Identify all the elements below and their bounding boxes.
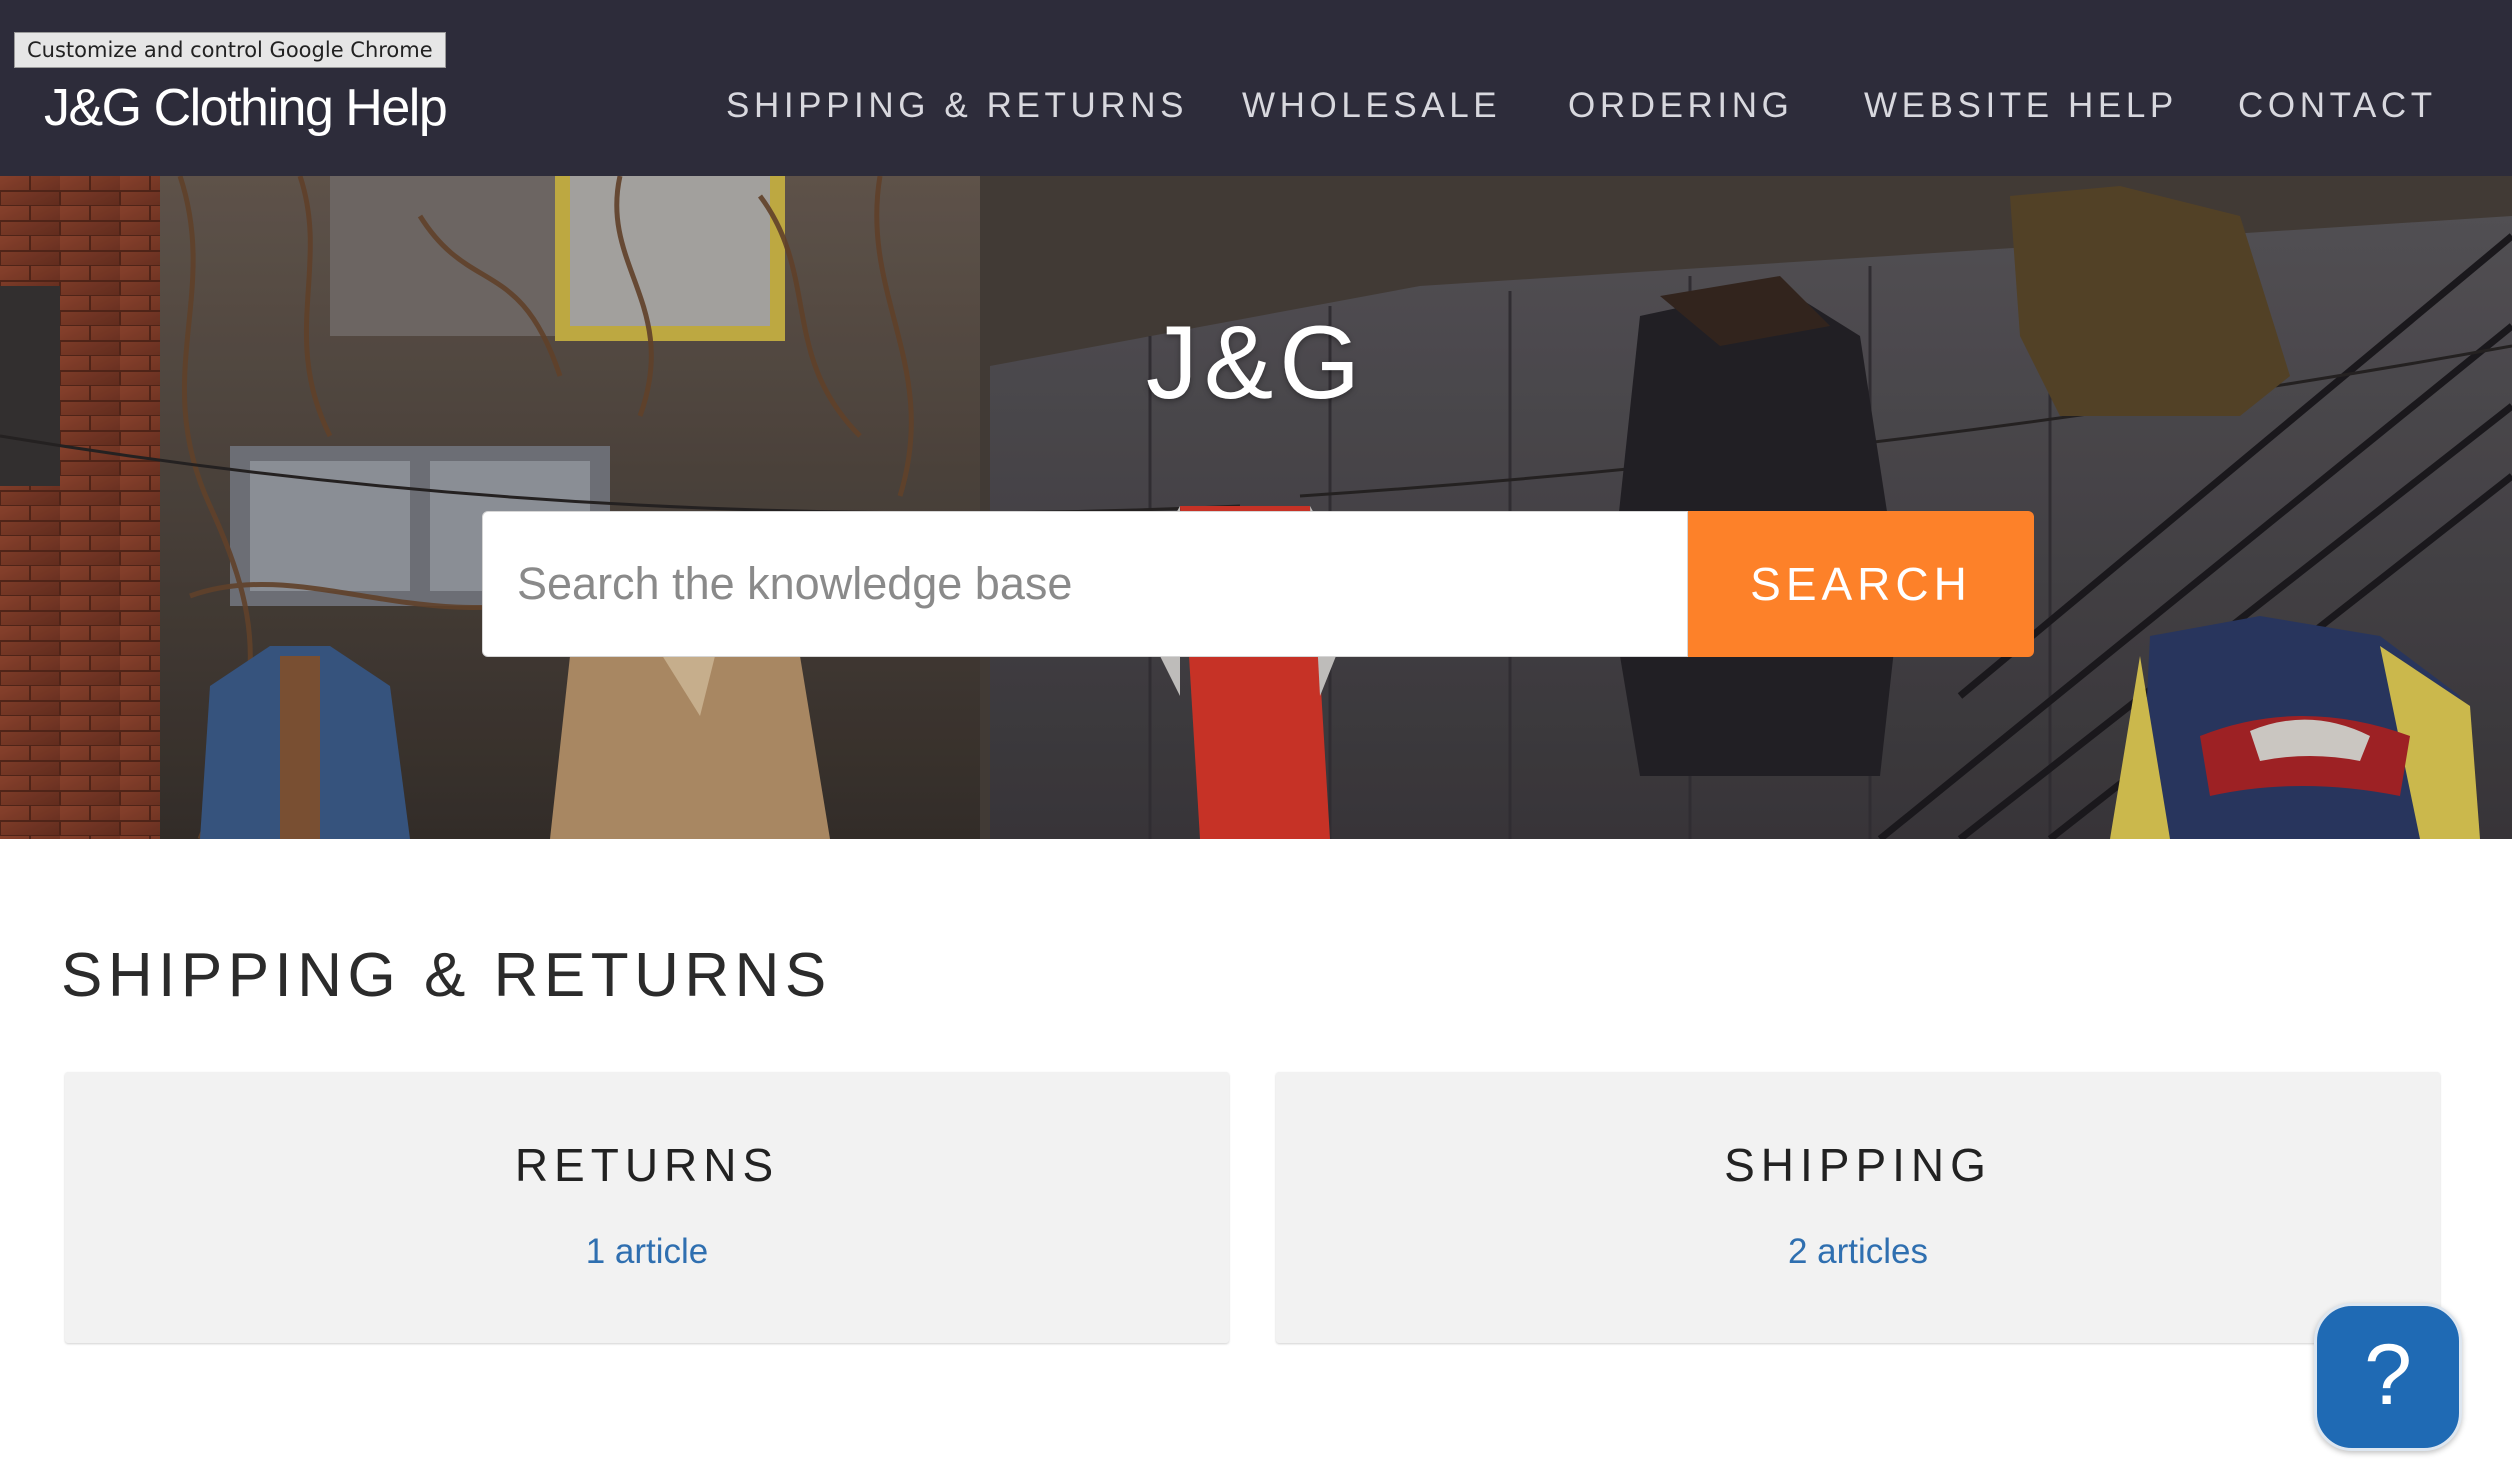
nav-shipping-returns[interactable]: SHIPPING & RETURNS — [726, 86, 1188, 126]
hero-background-image — [0, 176, 2512, 839]
category-card-returns[interactable]: RETURNS 1 article — [65, 1072, 1229, 1343]
card-title: RETURNS — [514, 1139, 780, 1191]
hero-banner: J&G SEARCH — [0, 176, 2512, 839]
nav-ordering[interactable]: ORDERING — [1568, 86, 1793, 126]
search-input[interactable] — [482, 511, 1688, 657]
site-header: J&G Clothing Help SHIPPING & RETURNS WHO… — [0, 0, 2512, 176]
nav-wholesale[interactable]: WHOLESALE — [1242, 86, 1501, 126]
chrome-menu-tooltip: Customize and control Google Chrome — [14, 32, 446, 68]
site-logo-link[interactable]: J&G Clothing Help — [44, 78, 448, 138]
hero-title: J&G — [1145, 305, 1367, 421]
article-count-link[interactable]: 2 articles — [1276, 1232, 2440, 1272]
section-title: SHIPPING & RETURNS — [61, 941, 832, 1010]
nav-website-help[interactable]: WEBSITE HELP — [1864, 86, 2178, 126]
article-count-link[interactable]: 1 article — [65, 1232, 1229, 1272]
question-mark-icon: ? — [2364, 1327, 2412, 1423]
card-title: SHIPPING — [1724, 1139, 1992, 1191]
search-button[interactable]: SEARCH — [1688, 511, 2034, 657]
help-widget-button[interactable]: ? — [2314, 1303, 2462, 1451]
category-card-shipping[interactable]: SHIPPING 2 articles — [1276, 1072, 2440, 1343]
nav-contact[interactable]: CONTACT — [2238, 86, 2437, 126]
